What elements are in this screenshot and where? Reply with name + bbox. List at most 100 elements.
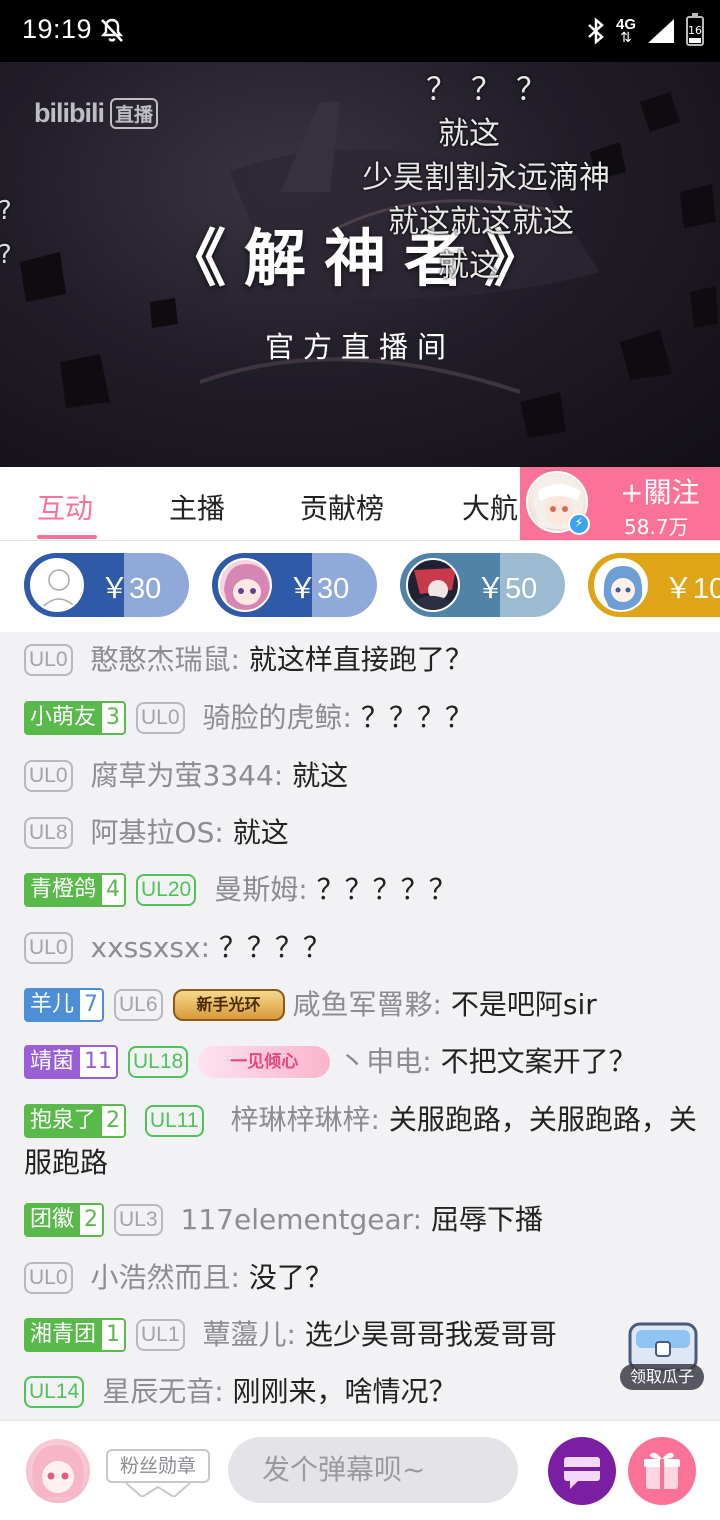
chat-message: 靖菌 11 UL18 一见倾心 丶申电: 不把文案开了？ <box>24 1040 704 1083</box>
chat-message: UL14 星辰无音: 刚刚来，啥情况？ <box>24 1370 704 1413</box>
danmaku-comment: ? <box>0 240 12 270</box>
user-level-badge: UL14 <box>24 1375 85 1408</box>
chat-list[interactable]: UL0 憨憨杰瑞鼠: 就这样直接跑了？ 小萌友 3 UL0 骑脸的虎鲸: ？？？？… <box>0 632 720 1420</box>
chat-message: UL0 憨憨杰瑞鼠: 就这样直接跑了？ <box>24 638 704 681</box>
user-level-badge: UL11 <box>144 1105 204 1137</box>
chat-username[interactable]: 曼斯姆: <box>214 868 307 911</box>
fan-medal[interactable]: 湘青团 1 <box>24 1317 127 1352</box>
user-level-badge: UL1 <box>136 1318 185 1351</box>
user-title-badge: 新手光环 <box>172 988 285 1021</box>
gift-button[interactable] <box>628 1437 696 1505</box>
gifter-avatar <box>30 558 84 612</box>
chat-text: 没了？ <box>248 1261 333 1294</box>
user-level-badge: UL6 <box>114 988 163 1021</box>
chat-text: 刚刚来，啥情况？ <box>232 1375 457 1408</box>
bottom-bar: 粉丝勋章 发个弹幕呗~ <box>0 1420 720 1520</box>
tab-interaction[interactable]: 互动 <box>37 487 93 527</box>
fan-medal-name: 小萌友 <box>24 700 103 735</box>
gift-pill[interactable]: ￥30 <box>24 553 189 617</box>
chat-username[interactable]: 星辰无音: <box>102 1370 223 1413</box>
network-type: 4G <box>615 15 636 33</box>
fan-medal-name: 团徽 <box>24 1202 81 1237</box>
user-level-badge: UL0 <box>24 643 73 676</box>
claim-seeds-label[interactable]: 领取瓜子 <box>620 1364 704 1390</box>
fan-medal[interactable]: 羊儿 7 <box>24 987 105 1022</box>
signal-icon <box>648 19 674 43</box>
danmaku-comment: 就这 <box>438 116 500 152</box>
fan-medal-name: 抱泉了 <box>24 1104 103 1138</box>
network-indicator: 4G ⇅ <box>615 15 636 46</box>
gift-icon <box>644 1452 680 1489</box>
chat-username[interactable]: 蕈蘯儿: <box>203 1313 296 1356</box>
tab-contribution-rank[interactable]: 贡献榜 <box>300 487 384 527</box>
stream-title: 《解神者》 <box>163 222 564 295</box>
follow-label: +關注 <box>620 476 700 509</box>
battery-icon: 16 <box>686 13 704 46</box>
danmaku-comment: 少昊割割永远滴神 <box>362 160 610 196</box>
fan-medal-level: 3 <box>102 700 127 735</box>
gift-amount: ￥30 <box>288 573 350 605</box>
chat-message: 小萌友 3 UL0 骑脸的虎鲸: ？？？？ <box>24 696 704 739</box>
chat-username[interactable]: 梓琳梓琳梓: <box>230 1103 379 1136</box>
fan-medal-level: 1 <box>102 1317 127 1352</box>
fan-medal[interactable]: 团徽 2 <box>24 1202 105 1237</box>
tab-guard[interactable]: 大航 <box>462 487 518 527</box>
fan-medal-level: 2 <box>80 1202 105 1237</box>
fan-medal[interactable]: 青橙鸽 4 <box>24 872 127 907</box>
chat-username[interactable]: 咸鱼军罾夥: <box>293 983 442 1026</box>
status-time: 19:19 <box>22 14 93 44</box>
stream-subtitle: 官方直播间 <box>264 330 455 364</box>
fan-medal-level: 11 <box>80 1044 119 1079</box>
chat-text: 就这 <box>232 816 289 849</box>
active-tab-indicator <box>37 535 97 539</box>
chat-message: 抱泉了 2 UL11 梓琳梓琳梓: 关服跑路，关服跑路，关服跑路 <box>24 1098 704 1184</box>
battery-level: 16 <box>688 24 702 37</box>
chat-text: 屈辱下播 <box>430 1203 543 1236</box>
chat-username[interactable]: xxssxsx: <box>91 926 210 969</box>
fan-medal[interactable]: 小萌友 3 <box>24 700 127 735</box>
follow-button[interactable]: ⚡ +關注 58.7万 <box>520 467 720 540</box>
user-level-badge: UL0 <box>24 1261 73 1294</box>
chat-text: 不是吧阿sir <box>450 988 597 1021</box>
my-avatar[interactable] <box>26 1439 90 1503</box>
fan-medal-button[interactable]: 粉丝勋章 <box>106 1449 210 1483</box>
gift-pill[interactable]: ￥30 <box>212 553 377 617</box>
chat-message: UL8 阿基拉OS: 就这 <box>24 811 704 854</box>
gift-pill[interactable]: ￥10 <box>588 553 720 617</box>
danmaku-comment: 就这就这就这 <box>388 204 574 240</box>
fan-medal-name: 羊儿 <box>24 987 81 1022</box>
status-bar: 19:19 4G ⇅ 16 <box>0 0 720 62</box>
user-level-badge: UL0 <box>136 701 185 734</box>
danmaku-input[interactable]: 发个弹幕呗~ <box>228 1437 518 1503</box>
follower-count: 58.7万 <box>624 515 689 539</box>
chat-username[interactable]: 小浩然而且: <box>91 1256 240 1299</box>
chat-username[interactable]: 117elementgear: <box>181 1198 423 1241</box>
user-level-badge: UL20 <box>136 873 197 906</box>
user-level-badge: UL18 <box>128 1045 189 1078</box>
gifter-avatar <box>594 558 648 612</box>
chat-message: UL0 小浩然而且: 没了？ <box>24 1256 704 1299</box>
gifter-avatar <box>406 558 460 612</box>
chat-username[interactable]: 腐草为萤3344: <box>91 754 284 797</box>
chat-text: ？？？？ <box>360 701 473 734</box>
tab-streamer[interactable]: 主播 <box>169 487 225 527</box>
chat-text: 就这 <box>292 759 349 792</box>
danmaku-settings-button[interactable] <box>548 1437 616 1505</box>
gift-pill[interactable]: ￥50 <box>400 553 565 617</box>
data-arrows-icon: ⇅ <box>620 29 632 46</box>
fan-medal-level: 2 <box>102 1104 127 1138</box>
chat-username[interactable]: 憨憨杰瑞鼠: <box>91 638 240 681</box>
user-title-badge: 一见倾心 <box>198 1045 331 1078</box>
chat-username[interactable]: 阿基拉OS: <box>91 811 224 854</box>
ribbon-icon <box>125 1483 191 1497</box>
fan-medal-name: 靖菌 <box>24 1044 81 1079</box>
chat-message: 团徽 2 UL3 117elementgear: 屈辱下播 <box>24 1198 704 1241</box>
live-video-player[interactable]: bilibili 直播 《解神者》 官方直播间 ？？？ 就这 少昊割割永远滴神 … <box>0 62 720 467</box>
fan-medal[interactable]: 抱泉了 2 <box>24 1104 127 1138</box>
logo-text: bilibili <box>34 98 105 128</box>
user-level-badge: UL3 <box>114 1203 163 1236</box>
chat-username[interactable]: 丶申电: <box>338 1040 431 1083</box>
fan-medal[interactable]: 靖菌 11 <box>24 1044 119 1079</box>
chat-username[interactable]: 骑脸的虎鲸: <box>203 696 352 739</box>
danmaku-comment: ? <box>0 196 12 226</box>
